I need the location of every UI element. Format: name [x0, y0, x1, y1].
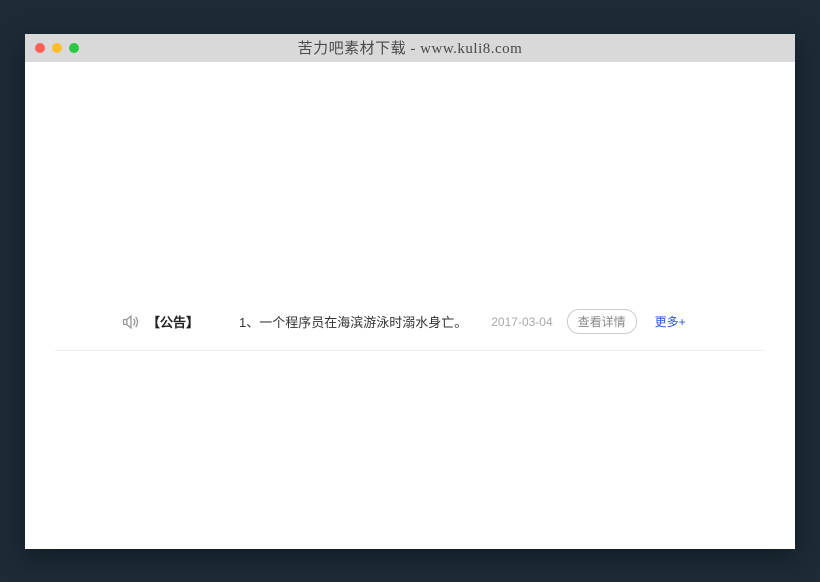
traffic-lights: [35, 43, 79, 53]
content-area: 【公告】 1、一个程序员在海滨游泳时溺水身亡。 2017-03-04 查看详情 …: [25, 62, 795, 549]
more-link[interactable]: 更多+: [655, 313, 686, 330]
minimize-icon[interactable]: [52, 43, 62, 53]
maximize-icon[interactable]: [69, 43, 79, 53]
divider: [55, 350, 765, 351]
announcement-label: 【公告】: [147, 312, 199, 331]
announcement-date: 2017-03-04: [491, 315, 552, 329]
window-title: 苦力吧素材下载 - www.kuli8.com: [298, 37, 523, 58]
view-details-button[interactable]: 查看详情: [567, 309, 637, 334]
titlebar: 苦力吧素材下载 - www.kuli8.com: [25, 34, 795, 62]
announcement-text: 1、一个程序员在海滨游泳时溺水身亡。: [239, 312, 467, 331]
announcement-row: 【公告】 1、一个程序员在海滨游泳时溺水身亡。 2017-03-04 查看详情 …: [25, 297, 795, 347]
speaker-icon: [121, 312, 141, 332]
app-window: 苦力吧素材下载 - www.kuli8.com 【公告】 1、一个程序员在海滨游…: [25, 34, 795, 549]
close-icon[interactable]: [35, 43, 45, 53]
